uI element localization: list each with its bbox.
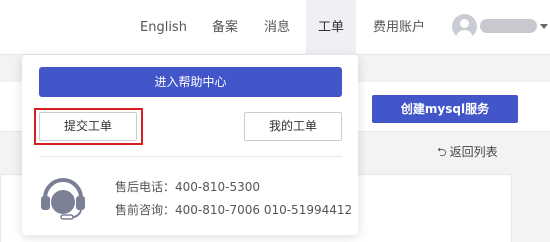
- create-mysql-button[interactable]: 创建mysql服务: [372, 95, 518, 123]
- user-avatar-icon[interactable]: [452, 14, 477, 39]
- username-placeholder[interactable]: [480, 19, 537, 33]
- back-to-list-link[interactable]: ⮌ 返回列表: [437, 143, 498, 164]
- help-center-button[interactable]: 进入帮助中心: [39, 67, 342, 97]
- nav-beian[interactable]: 备案: [212, 0, 238, 55]
- headset-icon: [41, 178, 85, 220]
- pre-sales-phone: 售前咨询：400-810-7006 010-51994412: [115, 203, 353, 217]
- ticket-dropdown: 进入帮助中心 提交工单 我的工单 售后电话：400-810-5300 售前咨询：…: [22, 55, 358, 235]
- back-link-label: 返回列表: [449, 145, 498, 159]
- nav-ticket[interactable]: 工单: [306, 0, 356, 55]
- divider: [39, 156, 342, 157]
- nav-billing[interactable]: 费用账户: [373, 0, 425, 55]
- nav-english[interactable]: English: [140, 0, 187, 55]
- my-tickets-button[interactable]: 我的工单: [244, 112, 342, 141]
- nav-messages[interactable]: 消息: [264, 0, 290, 55]
- top-nav-bar: English 备案 消息 工单 费用账户: [0, 0, 550, 55]
- caret-down-icon[interactable]: [540, 24, 548, 29]
- submit-ticket-button[interactable]: 提交工单: [39, 112, 137, 141]
- return-arrow-icon: ⮌: [437, 145, 447, 159]
- after-sales-phone: 售后电话：400-810-5300: [115, 180, 261, 194]
